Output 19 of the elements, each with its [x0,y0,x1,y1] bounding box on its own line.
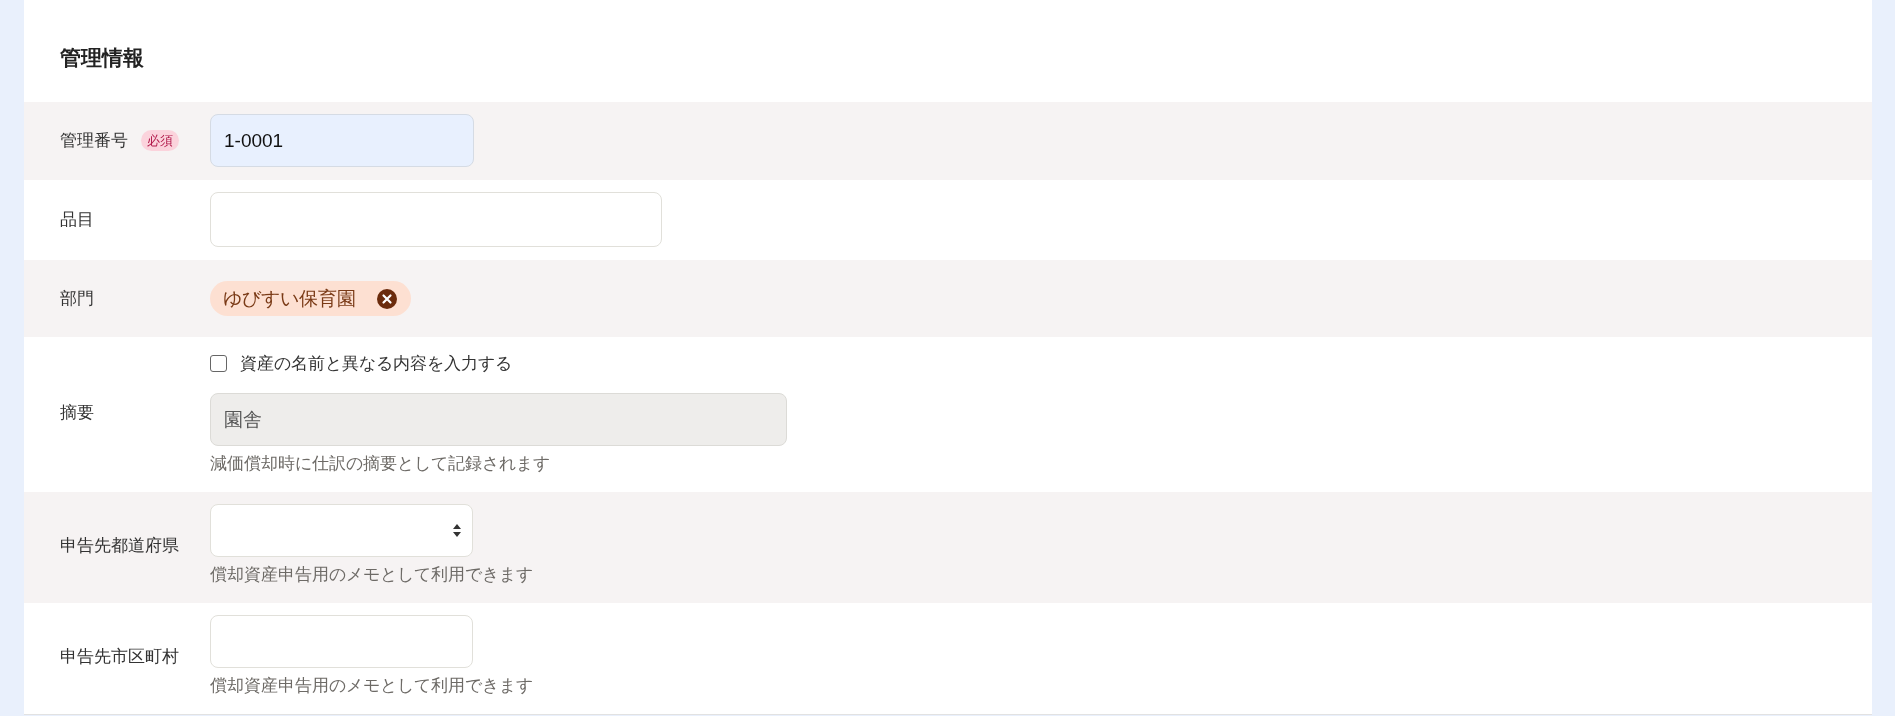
required-badge: 必須 [141,130,179,151]
text-field[interactable]: 1-0001 [210,114,474,167]
field-label: 品目 [60,209,94,231]
help-text: 減価償却時に仕訳の摘要として記録されます [210,453,550,475]
select-arrows-icon [453,524,461,537]
field-label: 摘要 [60,402,94,424]
field-label: 申告先市区町村 [60,646,179,668]
tag-label: ゆびすい保育園 [223,286,356,311]
field-label: 申告先都道府県 [60,535,179,557]
close-icon[interactable] [377,288,397,309]
help-text: 償却資産申告用のメモとして利用できます [210,675,533,697]
dropdown-field[interactable] [210,504,473,557]
field-label: 部門 [60,288,94,310]
checkbox-label: 資産の名前と異なる内容を入力する [240,352,512,375]
text-field[interactable] [210,615,473,668]
field-label: 管理番号 [60,130,128,152]
help-text: 償却資産申告用のメモとして利用できます [210,564,533,586]
section-title: 管理情報 [60,45,144,71]
text-field[interactable] [210,192,662,247]
